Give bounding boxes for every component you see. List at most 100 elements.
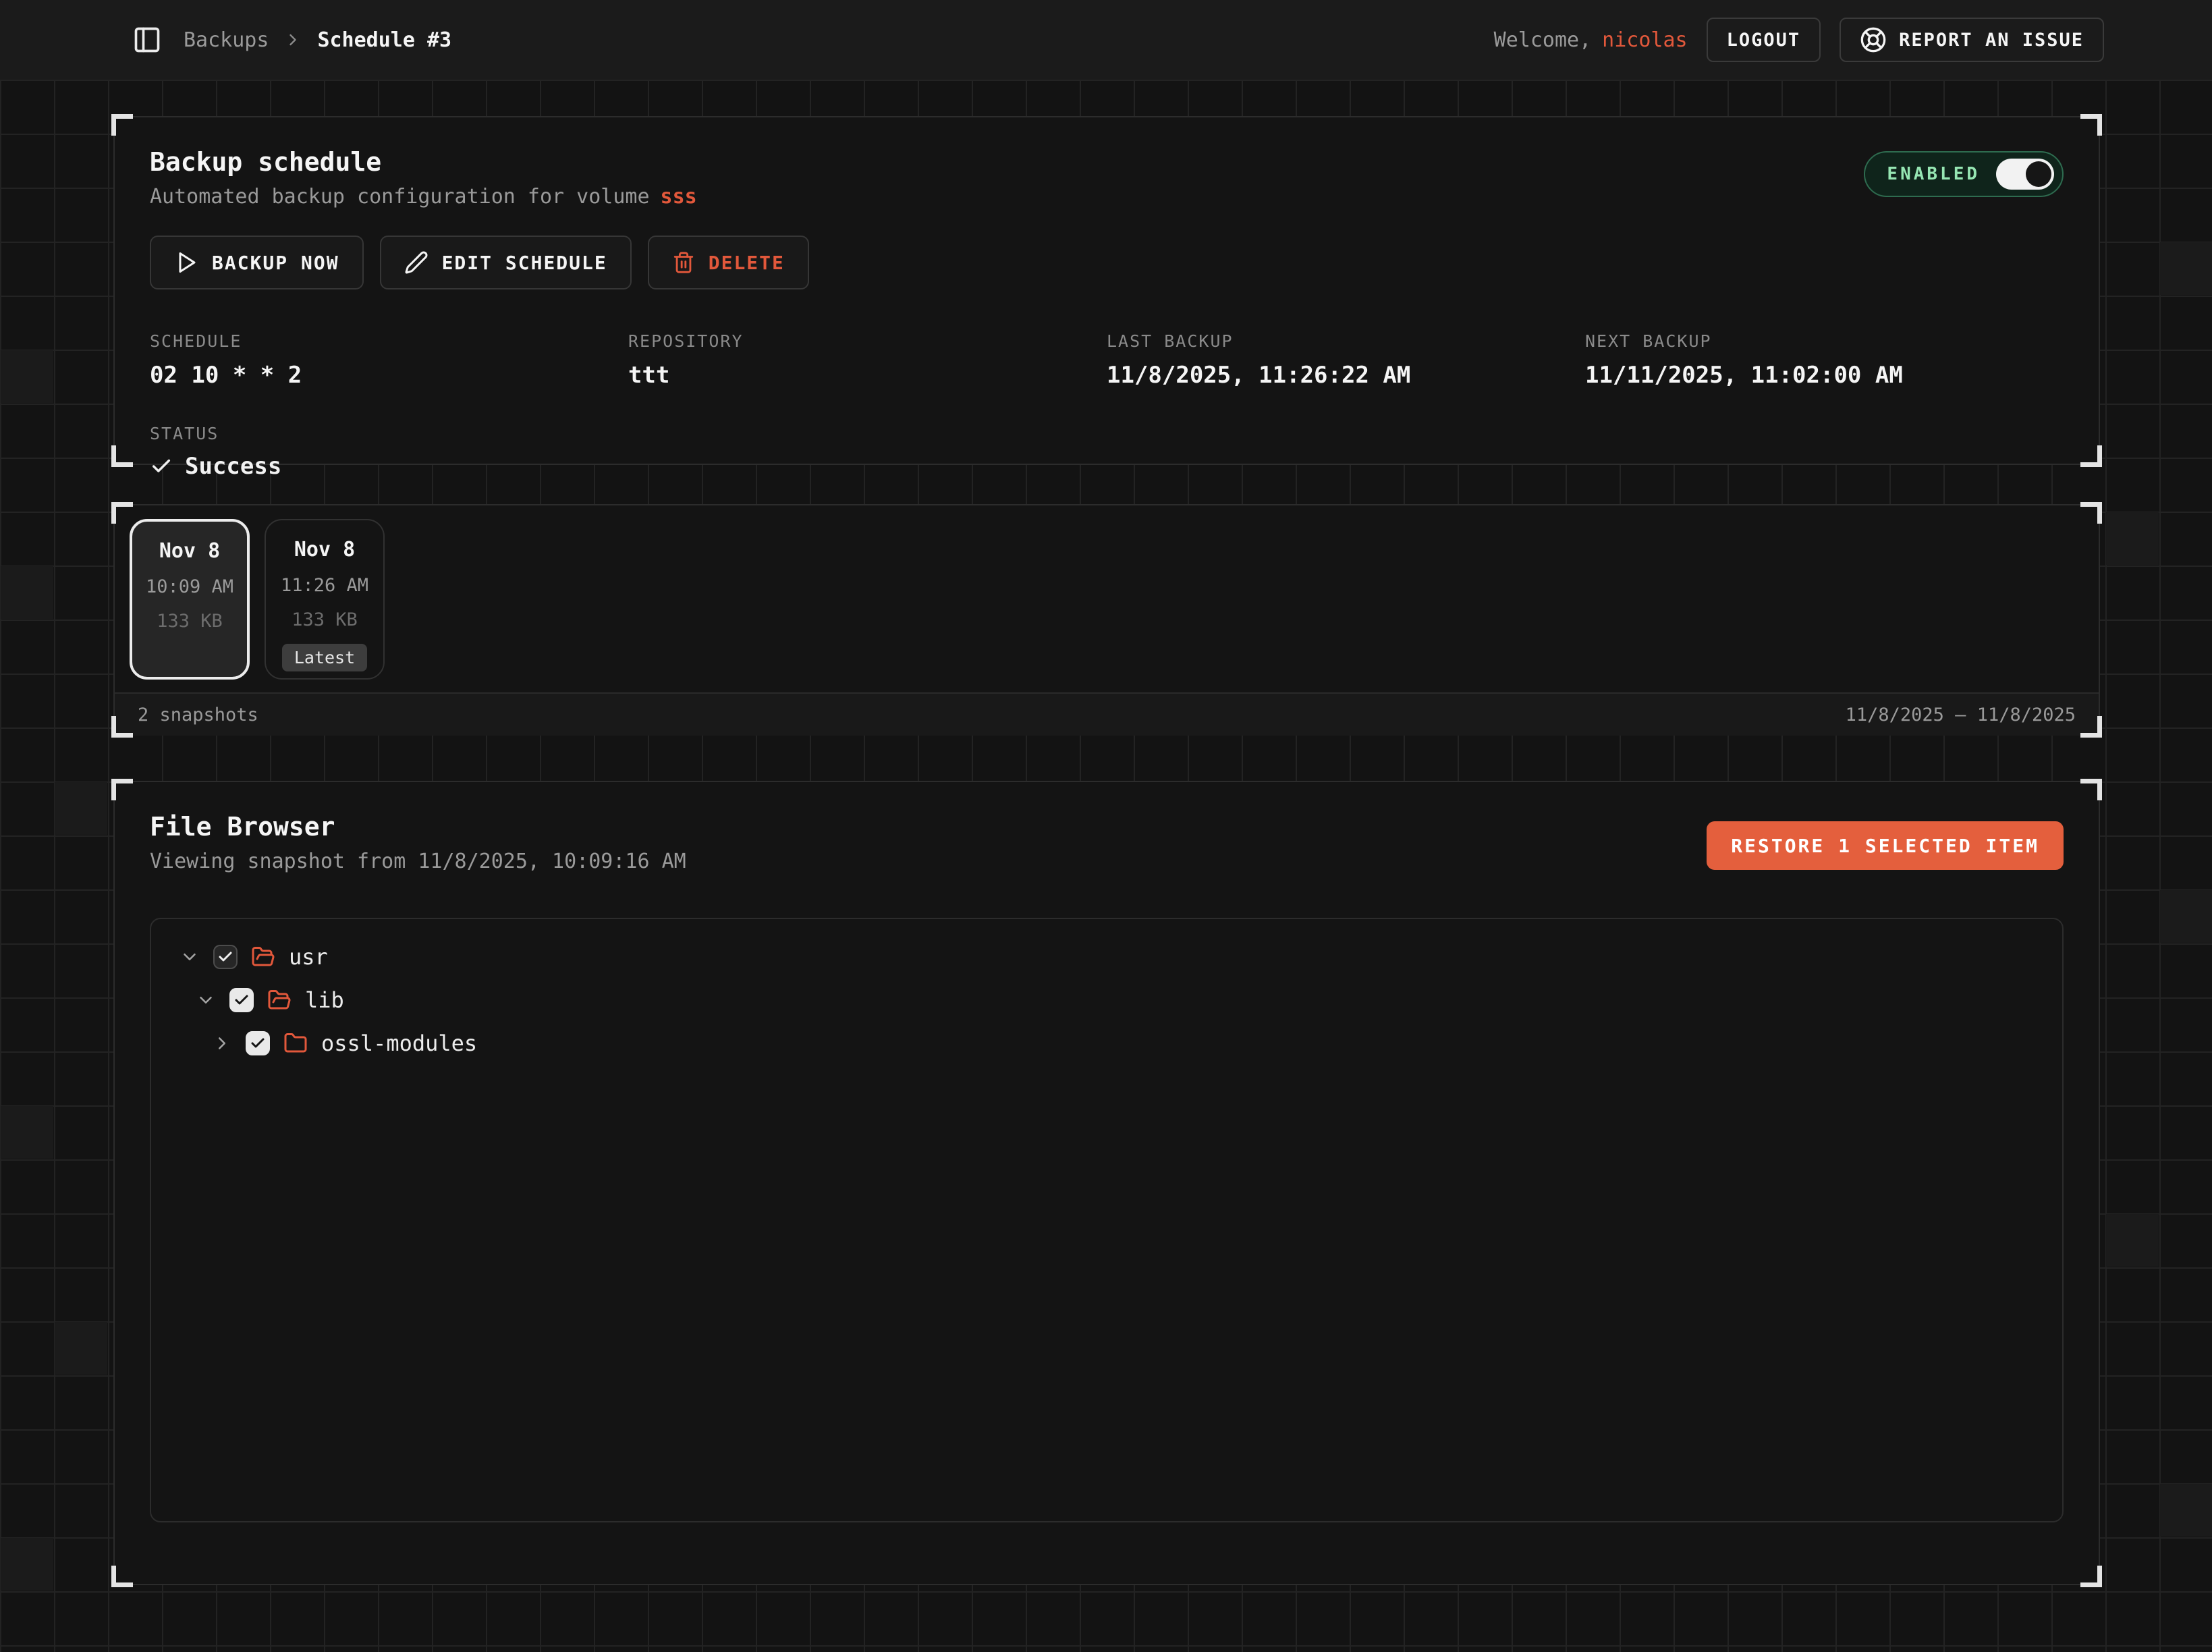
play-icon xyxy=(174,250,198,275)
grid-cell xyxy=(2160,242,2212,295)
corner-bracket xyxy=(2080,716,2102,738)
snapshot-date: Nov 8 xyxy=(294,538,355,561)
logout-label: LOGOUT xyxy=(1727,30,1801,51)
username: nicolas xyxy=(1602,28,1687,52)
snapshots-footer: 2 snapshots 11/8/2025 – 11/8/2025 xyxy=(115,692,2099,736)
status-label: STATUS xyxy=(150,424,2064,443)
field-value: 02 10 * * 2 xyxy=(150,362,628,389)
corner-bracket xyxy=(2080,779,2102,800)
snapshots-card: Nov 8 10:09 AM 133 KB Nov 8 11:26 AM 133… xyxy=(113,504,2100,736)
edit-schedule-button[interactable]: EDIT SCHEDULE xyxy=(380,236,632,290)
schedule-card-title: Backup schedule xyxy=(150,147,697,177)
snapshot-date: Nov 8 xyxy=(159,539,220,563)
corner-bracket xyxy=(111,1566,133,1587)
file-tree: usr lib ossl-modules xyxy=(150,918,2064,1522)
backup-now-label: BACKUP NOW xyxy=(212,252,339,274)
edit-schedule-label: EDIT SCHEDULE xyxy=(442,252,607,274)
delete-button[interactable]: DELETE xyxy=(648,236,809,290)
field-value: ttt xyxy=(628,362,1107,389)
field-value: 11/8/2025, 11:26:22 AM xyxy=(1107,362,1585,389)
snapshot-tile[interactable]: Nov 8 11:26 AM 133 KB Latest xyxy=(265,519,385,680)
trash-icon xyxy=(672,251,695,274)
tree-item-ossl-modules[interactable]: ossl-modules xyxy=(170,1022,2043,1065)
chevron-down-icon[interactable] xyxy=(196,990,216,1010)
file-browser-title: File Browser xyxy=(150,812,686,842)
status-value: Success xyxy=(150,453,2064,480)
welcome-text: Welcome, nicolas xyxy=(1494,28,1688,52)
toggle-knob xyxy=(2026,161,2051,187)
corner-bracket xyxy=(111,779,133,800)
folder-open-icon xyxy=(251,945,275,969)
grid-cell xyxy=(1,350,53,403)
corner-bracket xyxy=(111,716,133,738)
folder-open-icon xyxy=(267,988,292,1012)
welcome-prefix: Welcome, xyxy=(1494,28,1592,52)
snapshot-count: 2 snapshots xyxy=(138,705,258,725)
enabled-toggle-switch[interactable] xyxy=(1996,159,2054,190)
snapshot-size: 133 KB xyxy=(157,611,223,632)
breadcrumb-backups[interactable]: Backups xyxy=(184,28,269,52)
field-value: 11/11/2025, 11:02:00 AM xyxy=(1585,362,2064,389)
corner-bracket xyxy=(111,114,133,136)
checkbox-checked[interactable] xyxy=(246,1031,270,1055)
restore-selected-button[interactable]: RESTORE 1 SELECTED ITEM xyxy=(1707,821,2064,870)
field-last-backup: LAST BACKUP 11/8/2025, 11:26:22 AM xyxy=(1107,331,1585,389)
schedule-card-subtitle: Automated backup configuration for volum… xyxy=(150,185,697,209)
grid-cell xyxy=(1,1106,53,1159)
check-icon xyxy=(150,455,173,478)
snapshot-tile-selected[interactable]: Nov 8 10:09 AM 133 KB xyxy=(130,519,250,680)
checkbox-checked[interactable] xyxy=(213,945,238,969)
grid-cell xyxy=(55,1322,107,1375)
field-label: NEXT BACKUP xyxy=(1585,331,2064,351)
report-issue-button[interactable]: REPORT AN ISSUE xyxy=(1840,18,2104,62)
field-label: LAST BACKUP xyxy=(1107,331,1585,351)
grid-cell xyxy=(2106,1214,2159,1267)
status-block: STATUS Success xyxy=(150,424,2064,480)
corner-bracket xyxy=(111,445,133,467)
tree-item-label: usr xyxy=(289,944,328,970)
file-browser-subtitle: Viewing snapshot from 11/8/2025, 10:09:1… xyxy=(150,850,686,873)
checkbox-checked[interactable] xyxy=(229,988,254,1012)
field-schedule: SCHEDULE 02 10 * * 2 xyxy=(150,331,628,389)
tree-item-label: ossl-modules xyxy=(321,1030,477,1056)
corner-bracket xyxy=(2080,502,2102,524)
logout-button[interactable]: LOGOUT xyxy=(1707,18,1821,62)
tree-item-label: lib xyxy=(305,987,344,1013)
chevron-right-icon[interactable] xyxy=(212,1033,232,1053)
field-label: SCHEDULE xyxy=(150,331,628,351)
snapshot-size: 133 KB xyxy=(292,609,358,630)
corner-bracket xyxy=(2080,1566,2102,1587)
breadcrumb: Backups Schedule #3 xyxy=(184,28,451,52)
grid-cell xyxy=(1,1538,53,1591)
corner-bracket xyxy=(2080,114,2102,136)
grid-cell xyxy=(2160,1484,2212,1537)
enabled-label: ENABLED xyxy=(1887,164,1980,184)
snapshot-date-range: 11/8/2025 – 11/8/2025 xyxy=(1846,705,2076,725)
breadcrumb-current-page: Schedule #3 xyxy=(317,28,451,52)
grid-cell xyxy=(1,566,53,619)
volume-name: sss xyxy=(661,185,697,209)
chevron-right-icon xyxy=(283,30,302,49)
lifebuoy-icon xyxy=(1860,26,1887,53)
chevron-down-icon[interactable] xyxy=(179,947,200,967)
tree-item-usr[interactable]: usr xyxy=(170,935,2043,979)
snapshot-time: 10:09 AM xyxy=(146,576,233,597)
subtitle-prefix: Automated backup configuration for volum… xyxy=(150,185,650,209)
grid-cell xyxy=(2106,512,2159,565)
snapshot-list: Nov 8 10:09 AM 133 KB Nov 8 11:26 AM 133… xyxy=(115,505,2099,692)
field-repository: REPOSITORY ttt xyxy=(628,331,1107,389)
file-browser-card: File Browser Viewing snapshot from 11/8/… xyxy=(113,781,2100,1585)
field-label: REPOSITORY xyxy=(628,331,1107,351)
sidebar-toggle-icon[interactable] xyxy=(131,24,163,56)
delete-label: DELETE xyxy=(709,252,785,274)
corner-bracket xyxy=(2080,445,2102,467)
enabled-toggle-pill[interactable]: ENABLED xyxy=(1864,151,2064,197)
backup-schedule-card: Backup schedule Automated backup configu… xyxy=(113,116,2100,465)
folder-icon xyxy=(283,1031,308,1055)
tree-item-lib[interactable]: lib xyxy=(170,979,2043,1022)
corner-bracket xyxy=(111,502,133,524)
pencil-icon xyxy=(404,250,428,275)
report-issue-label: REPORT AN ISSUE xyxy=(1899,30,2084,51)
backup-now-button[interactable]: BACKUP NOW xyxy=(150,236,364,290)
snapshot-time: 11:26 AM xyxy=(281,575,368,596)
